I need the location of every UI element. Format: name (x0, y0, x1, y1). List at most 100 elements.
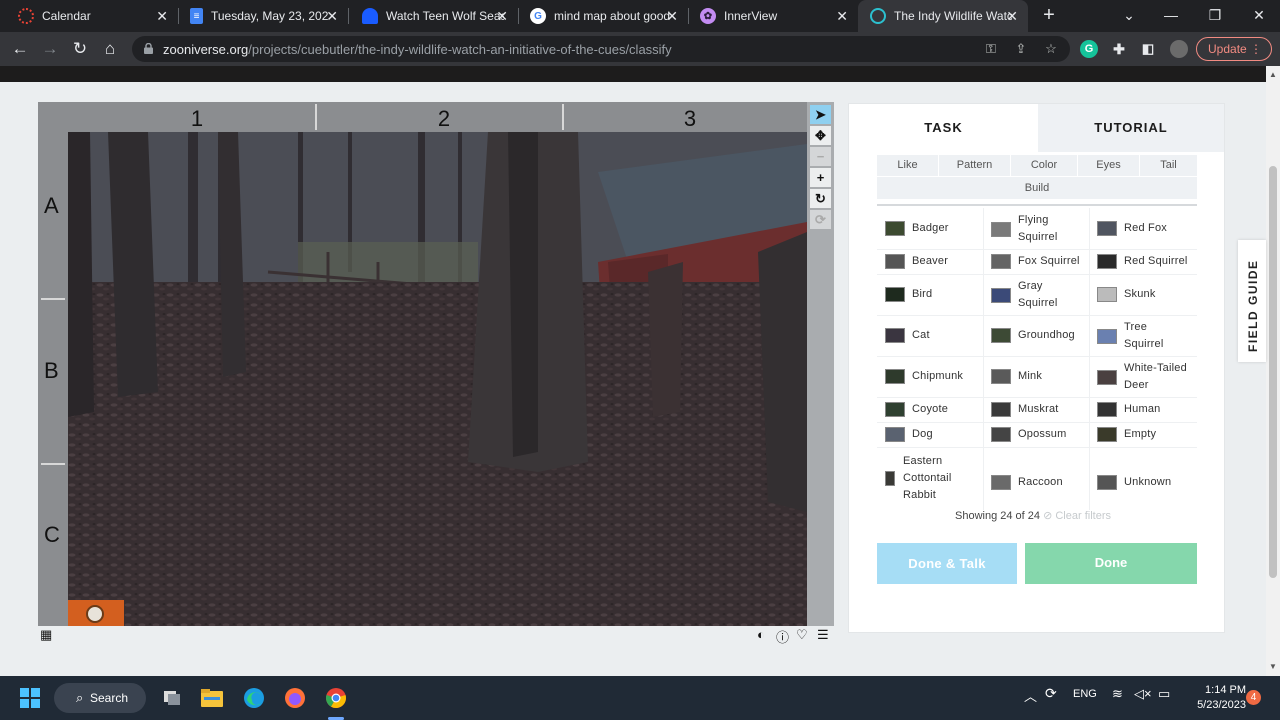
pointer-tool-icon[interactable]: ➤ (810, 105, 831, 124)
system-clock[interactable]: 1:14 PM 5/23/2023 (1182, 683, 1246, 713)
close-icon[interactable]: ✕ (1006, 8, 1018, 24)
scroll-down-icon[interactable]: ▼ (1269, 662, 1277, 671)
tab-calendar[interactable]: Calendar ✕ (0, 0, 178, 32)
sync-icon[interactable]: ⟳ (1045, 685, 1057, 702)
close-icon[interactable]: ✕ (496, 8, 508, 24)
tab-zooniverse[interactable]: The Indy Wildlife Watch ✕ (858, 0, 1028, 32)
filter-pattern[interactable]: Pattern (939, 155, 1010, 176)
species-fox-squirrel[interactable]: Fox Squirrel (991, 253, 1080, 270)
tab-docs[interactable]: ≡ Tuesday, May 23, 2023 ✕ (178, 0, 348, 32)
clear-filters-button[interactable]: ⊘ Clear filters (1043, 510, 1111, 522)
wifi-icon[interactable]: ≋ (1112, 686, 1123, 702)
tab-paramount[interactable]: Watch Teen Wolf Season ✕ (348, 0, 518, 32)
zoom-in-icon[interactable]: + (810, 168, 831, 187)
species-white-tailed-deer[interactable]: White-Tailed Deer (1097, 360, 1197, 394)
avatar[interactable] (1170, 40, 1188, 58)
chrome-icon[interactable] (324, 682, 348, 714)
species-human[interactable]: Human (1097, 401, 1160, 418)
tab-google[interactable]: G mind map about good ✕ (518, 0, 688, 32)
species-beaver[interactable]: Beaver (885, 253, 948, 270)
camera-trap-image[interactable] (68, 132, 807, 626)
close-window-button[interactable]: ✕ (1248, 4, 1270, 26)
species-red-squirrel[interactable]: Red Squirrel (1097, 253, 1188, 270)
filter-tail[interactable]: Tail (1140, 155, 1197, 176)
extensions-icon[interactable]: ✚ (1110, 40, 1128, 58)
edge-icon[interactable] (242, 682, 266, 714)
show-hidden-icons-icon[interactable]: ︿ (1024, 686, 1037, 705)
language-indicator[interactable]: ENG (1073, 688, 1097, 700)
minimize-button[interactable]: — (1160, 4, 1182, 26)
key-icon[interactable]: ⚿ (982, 41, 1000, 57)
home-button[interactable]: ⌂ (99, 38, 121, 60)
volume-icon[interactable]: ◁× (1134, 686, 1152, 702)
reload-button[interactable]: ↻ (69, 38, 91, 60)
species-opossum[interactable]: Opossum (991, 426, 1066, 443)
taskbar-search[interactable]: ⌕ Search (54, 683, 146, 713)
species-coyote[interactable]: Coyote (885, 401, 948, 418)
firefox-icon[interactable] (283, 682, 307, 714)
address-bar[interactable]: zooniverse.org/projects/cuebutler/the-in… (132, 36, 1070, 62)
forward-button[interactable]: → (39, 38, 61, 60)
species-empty[interactable]: Empty (1097, 426, 1156, 443)
species-groundhog[interactable]: Groundhog (991, 327, 1075, 344)
favorite-icon[interactable]: ♡ (796, 627, 808, 643)
page-scrollbar[interactable]: ▲ ▼ (1266, 66, 1280, 676)
species-tree-squirrel[interactable]: Tree Squirrel (1097, 319, 1193, 353)
file-explorer-icon[interactable] (200, 682, 224, 714)
species-badger[interactable]: Badger (885, 220, 949, 237)
species-gray-squirrel[interactable]: Gray Squirrel (991, 278, 1087, 312)
grid-view-icon[interactable]: ▦ (40, 627, 52, 643)
field-guide-button[interactable]: FIELD GUIDE (1238, 240, 1266, 362)
done-and-talk-button[interactable]: Done & Talk (877, 543, 1017, 584)
grammarly-icon[interactable]: G (1080, 40, 1098, 58)
close-icon[interactable]: ✕ (326, 8, 338, 24)
filter-like[interactable]: Like (877, 155, 938, 176)
close-icon[interactable]: ✕ (666, 8, 678, 24)
side-panel-icon[interactable]: ◧ (1139, 40, 1157, 58)
close-icon[interactable]: ✕ (156, 8, 168, 24)
bookmark-star-icon[interactable]: ☆ (1042, 41, 1060, 57)
back-button[interactable]: ← (9, 38, 31, 60)
species-raccoon[interactable]: Raccoon (991, 474, 1063, 491)
battery-icon[interactable]: ▭ (1158, 686, 1170, 702)
filter-eyes[interactable]: Eyes (1078, 155, 1139, 176)
tab-tutorial[interactable]: TUTORIAL (1038, 104, 1224, 152)
info-icon[interactable]: ⓘ (776, 627, 789, 646)
reset-icon[interactable]: ⟳ (810, 210, 831, 229)
species-mink[interactable]: Mink (991, 368, 1042, 385)
rotate-icon[interactable]: ↻ (810, 189, 831, 208)
close-icon[interactable]: ✕ (836, 8, 848, 24)
species-flying-squirrel[interactable]: Flying Squirrel (991, 212, 1087, 246)
tab-innerview[interactable]: ✿ InnerView ✕ (688, 0, 858, 32)
update-button[interactable]: Update ⋮ (1196, 37, 1272, 61)
species-skunk[interactable]: Skunk (1097, 286, 1156, 303)
collection-icon[interactable]: ☰ (817, 627, 829, 643)
species-muskrat[interactable]: Muskrat (991, 401, 1059, 418)
share-icon[interactable]: ⇪ (1012, 41, 1030, 57)
filter-color[interactable]: Color (1011, 155, 1077, 176)
species-eastern-cottontail-rabbit[interactable]: Eastern Cottontail Rabbit (885, 453, 981, 504)
tab-search-icon[interactable]: ⌄ (1118, 4, 1140, 26)
restore-button[interactable]: ❐ (1204, 4, 1226, 26)
species-red-fox[interactable]: Red Fox (1097, 220, 1167, 237)
species-cat[interactable]: Cat (885, 327, 930, 344)
scroll-up-icon[interactable]: ▲ (1269, 70, 1277, 79)
viewer-bottom-bar: ▦ ◐ ⓘ ♡ ☰ (38, 627, 834, 646)
species-bird[interactable]: Bird (885, 286, 932, 303)
task-view-icon[interactable] (160, 682, 184, 714)
species-label: Gray Squirrel (1018, 280, 1058, 309)
more-icon: ⋮ (1250, 42, 1262, 56)
invert-icon[interactable]: ◐ (757, 627, 765, 642)
notification-badge[interactable]: 4 (1246, 690, 1261, 705)
start-icon[interactable] (18, 682, 42, 714)
species-dog[interactable]: Dog (885, 426, 933, 443)
species-unknown[interactable]: Unknown (1097, 474, 1171, 491)
filter-build[interactable]: Build (877, 177, 1197, 198)
move-tool-icon[interactable]: ✥ (810, 126, 831, 145)
scroll-thumb[interactable] (1269, 166, 1277, 578)
tab-task[interactable]: TASK (849, 104, 1038, 152)
zoom-out-icon[interactable]: − (810, 147, 831, 166)
new-tab-button[interactable]: + (1038, 4, 1060, 26)
species-chipmunk[interactable]: Chipmunk (885, 368, 963, 385)
done-button[interactable]: Done (1025, 543, 1197, 584)
